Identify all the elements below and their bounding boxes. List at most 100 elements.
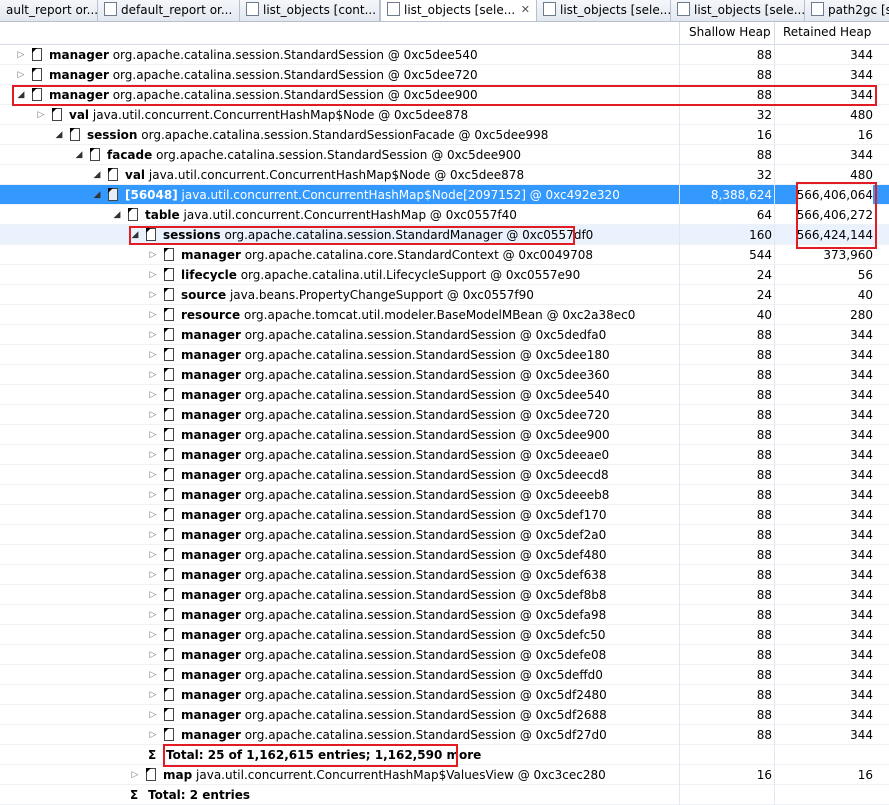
expand-icon[interactable]: ▷: [148, 445, 158, 465]
expand-icon[interactable]: ▷: [36, 105, 46, 125]
column-divider: [774, 245, 775, 265]
expand-icon[interactable]: ▷: [148, 545, 158, 565]
table-row[interactable]: ▷ manager org.apache.catalina.session.Sta…: [0, 525, 889, 545]
table-row[interactable]: ▷ manager org.apache.catalina.session.Sta…: [0, 445, 889, 465]
expand-icon[interactable]: ▷: [148, 625, 158, 645]
expand-icon[interactable]: ▷: [16, 45, 26, 65]
object-description: org.apache.catalina.session.StandardSess…: [244, 628, 606, 642]
field-name: source: [181, 288, 227, 302]
collapse-icon[interactable]: ◢: [92, 185, 102, 205]
expand-icon[interactable]: ▷: [148, 285, 158, 305]
table-row[interactable]: ▷ manager org.apache.catalina.session.Sta…: [0, 725, 889, 745]
table-row[interactable]: ▷ manager org.apache.catalina.session.Sta…: [0, 325, 889, 345]
expand-icon[interactable]: ▷: [148, 605, 158, 625]
object-label: manager org.apache.catalina.session.Stan…: [181, 365, 610, 385]
table-row[interactable]: ▷ manager org.apache.catalina.session.Sta…: [0, 365, 889, 385]
object-label: manager org.apache.catalina.session.Stan…: [181, 465, 609, 485]
expand-icon[interactable]: ▷: [148, 505, 158, 525]
table-row[interactable]: ▷ manager org.apache.catalina.session.Sta…: [0, 665, 889, 685]
expand-icon[interactable]: ▷: [130, 765, 140, 785]
table-row[interactable]: ▷ manager org.apache.catalina.session.Sta…: [0, 405, 889, 425]
expand-icon[interactable]: ▷: [148, 425, 158, 445]
tab-list-objects-cont[interactable]: list_objects [cont...: [240, 0, 380, 21]
table-row[interactable]: ▷ manager org.apache.catalina.session.Sta…: [0, 65, 889, 85]
table-row[interactable]: ▷ manager org.apache.catalina.session.Sta…: [0, 565, 889, 585]
column-divider: [774, 465, 775, 485]
table-row[interactable]: ▷ val java.util.concurrent.ConcurrentHash…: [0, 105, 889, 125]
table-row[interactable]: ▷ map java.util.concurrent.ConcurrentHash…: [0, 765, 889, 785]
tab-list-objects-2[interactable]: list_objects [sele...: [537, 0, 671, 21]
expand-icon[interactable]: ▷: [148, 405, 158, 425]
field-name: manager: [181, 448, 241, 462]
expand-icon[interactable]: ▷: [148, 305, 158, 325]
table-row[interactable]: ▷ manager org.apache.catalina.session.Sta…: [0, 705, 889, 725]
expand-icon[interactable]: ▷: [148, 485, 158, 505]
table-row[interactable]: ▷ source java.beans.PropertyChangeSupport…: [0, 285, 889, 305]
table-row[interactable]: ▷ lifecycle org.apache.catalina.util.Life…: [0, 265, 889, 285]
shallow-heap-header[interactable]: Shallow Heap: [689, 25, 771, 39]
expand-icon[interactable]: ▷: [148, 325, 158, 345]
table-row[interactable]: ▷ manager org.apache.catalina.session.Sta…: [0, 545, 889, 565]
table-row[interactable]: ▷ manager org.apache.catalina.session.Sta…: [0, 625, 889, 645]
expand-icon[interactable]: ▷: [148, 245, 158, 265]
tab-list-objects-3[interactable]: list_objects [sele...: [671, 0, 805, 21]
expand-icon[interactable]: ▷: [148, 565, 158, 585]
table-row[interactable]: ◢ val java.util.concurrent.ConcurrentHash…: [0, 165, 889, 185]
field-name: manager: [181, 688, 241, 702]
table-row[interactable]: ▷ manager org.apache.catalina.core.Standa…: [0, 245, 889, 265]
table-row[interactable]: ◢ session org.apache.catalina.session.Sta…: [0, 125, 889, 145]
table-row[interactable]: ▷ manager org.apache.catalina.session.Sta…: [0, 45, 889, 65]
tab-ault-report[interactable]: ault_report or...: [0, 0, 98, 21]
expand-icon[interactable]: ▷: [148, 705, 158, 725]
expand-icon[interactable]: ▷: [148, 345, 158, 365]
table-row[interactable]: ◢ [56048] java.util.concurrent.Concurrent…: [0, 185, 889, 205]
expand-icon[interactable]: ▷: [16, 65, 26, 85]
expand-icon[interactable]: ▷: [148, 465, 158, 485]
table-row[interactable]: ▷ manager org.apache.catalina.session.Sta…: [0, 505, 889, 525]
summary-text[interactable]: Total: 2 entries: [148, 785, 250, 805]
object-description: org.apache.catalina.session.StandardSess…: [244, 468, 609, 482]
tab-path2gc[interactable]: path2gc [s: [805, 0, 889, 21]
field-name: manager: [49, 48, 109, 62]
object-icon: [164, 588, 174, 601]
collapse-icon[interactable]: ◢: [112, 205, 122, 225]
expand-icon[interactable]: ▷: [148, 385, 158, 405]
column-divider[interactable]: [774, 22, 775, 44]
table-row[interactable]: ▷ resource org.apache.tomcat.util.modeler…: [0, 305, 889, 325]
column-divider: [679, 285, 680, 305]
table-row[interactable]: ▷ manager org.apache.catalina.session.Sta…: [0, 425, 889, 445]
table-row[interactable]: ▷ manager org.apache.catalina.session.Sta…: [0, 385, 889, 405]
expand-icon[interactable]: ▷: [148, 645, 158, 665]
table-row[interactable]: ◢ facade org.apache.catalina.session.Stan…: [0, 145, 889, 165]
table-row[interactable]: ◢ table java.util.concurrent.ConcurrentHa…: [0, 205, 889, 225]
table-row[interactable]: ▷ manager org.apache.catalina.session.Sta…: [0, 605, 889, 625]
column-divider[interactable]: [679, 22, 680, 44]
collapse-icon[interactable]: ◢: [54, 125, 64, 145]
table-row[interactable]: ▷ manager org.apache.catalina.session.Sta…: [0, 345, 889, 365]
collapse-icon[interactable]: ◢: [92, 165, 102, 185]
expand-icon[interactable]: ▷: [148, 725, 158, 745]
collapse-icon[interactable]: ◢: [74, 145, 84, 165]
tab-default-report[interactable]: default_report or...: [98, 0, 240, 21]
table-row[interactable]: ▷ manager org.apache.catalina.session.Sta…: [0, 585, 889, 605]
table-row[interactable]: ▷ manager org.apache.catalina.session.Sta…: [0, 645, 889, 665]
tab-label: list_objects [cont...: [263, 3, 377, 17]
close-icon[interactable]: ✕: [521, 0, 530, 20]
object-icon: [164, 628, 174, 641]
expand-icon[interactable]: ▷: [148, 685, 158, 705]
shallow-heap-value: 88: [756, 348, 772, 362]
column-divider: [679, 385, 680, 405]
retained-heap-header[interactable]: Retained Heap: [783, 25, 871, 39]
expand-icon[interactable]: ▷: [148, 365, 158, 385]
summary-row[interactable]: Σ Total: 2 entries: [0, 785, 889, 805]
table-row[interactable]: ▷ manager org.apache.catalina.session.Sta…: [0, 685, 889, 705]
tab-list-objects-active[interactable]: list_objects [sele... ✕: [380, 0, 537, 21]
expand-icon[interactable]: ▷: [148, 525, 158, 545]
shallow-heap-value: 88: [756, 568, 772, 582]
expand-icon[interactable]: ▷: [148, 585, 158, 605]
table-row[interactable]: ▷ manager org.apache.catalina.session.Sta…: [0, 485, 889, 505]
expand-icon[interactable]: ▷: [148, 665, 158, 685]
table-row[interactable]: ▷ manager org.apache.catalina.session.Sta…: [0, 465, 889, 485]
expand-icon[interactable]: ▷: [148, 265, 158, 285]
retained-heap-value: 280: [850, 308, 873, 322]
